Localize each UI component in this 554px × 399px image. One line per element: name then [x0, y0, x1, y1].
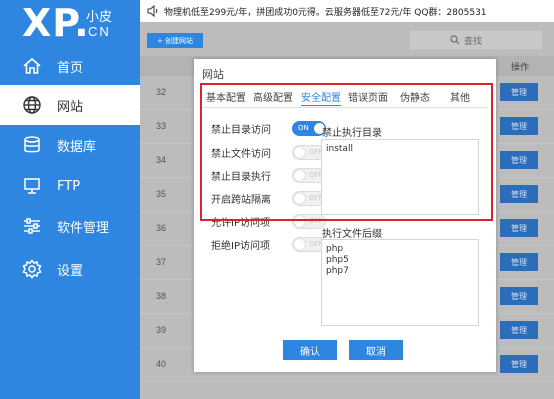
notice-bar: 物理机低至299元/年，拼团成功0元得。云服务器低至72元/年 QQ群：2805… — [140, 0, 554, 22]
manage-button[interactable]: 管理 — [500, 219, 538, 237]
ext-value: php7 — [326, 266, 349, 276]
sidebar: XP. 小皮 CN 首页 网站 数据库 FTP 软件管理 设置 — [0, 0, 140, 399]
confirm-button[interactable]: 确认 — [283, 340, 337, 360]
sidebar-item-label: 数据库 — [57, 139, 97, 155]
option-label: 禁止目录执行 — [211, 171, 271, 183]
speaker-icon — [147, 4, 158, 18]
sidebar-item-label: 网站 — [57, 99, 84, 115]
toggle-knob — [294, 146, 305, 158]
logo-domain: CN — [88, 24, 111, 39]
tab-bar: 基本配置 高级配置 安全配置 错误页面 伪静态 其他 — [206, 89, 488, 106]
toggle-knob — [294, 169, 305, 181]
tab-basic-config[interactable]: 基本配置 — [206, 89, 246, 104]
row-number: 39 — [156, 325, 167, 335]
exec-dir-textarea[interactable]: install — [321, 139, 479, 215]
tab-divider — [202, 107, 488, 108]
sidebar-item-label: FTP — [57, 178, 81, 194]
search-placeholder: 查找 — [464, 36, 483, 47]
option-deny-dir-access: 禁止目录访问 ON — [211, 120, 326, 136]
gear-icon — [22, 259, 42, 279]
row-number: 32 — [156, 87, 167, 97]
manage-button[interactable]: 管理 — [500, 321, 538, 339]
row-number: 35 — [156, 189, 167, 199]
tab-security-config[interactable]: 安全配置 — [301, 89, 341, 106]
manage-button[interactable]: 管理 — [500, 185, 538, 203]
database-icon — [22, 135, 42, 155]
sidebar-item-website[interactable]: 网站 — [0, 85, 140, 125]
sidebar-item-software[interactable]: 软件管理 — [0, 206, 140, 246]
website-settings-dialog: 网站 基本配置 高级配置 安全配置 错误页面 伪静态 其他 禁止目录访问 ON … — [194, 59, 496, 372]
sidebar-item-label: 软件管理 — [57, 220, 110, 236]
option-label: 开启跨站隔离 — [211, 194, 271, 206]
sidebar-item-database[interactable]: 数据库 — [0, 125, 140, 165]
cancel-button[interactable]: 取消 — [349, 340, 403, 360]
manage-button[interactable]: 管理 — [500, 253, 538, 271]
tab-other[interactable]: 其他 — [450, 89, 470, 104]
toggle-knob — [294, 215, 305, 227]
option-deny-file-access: 禁止文件访问 OFF — [211, 144, 326, 160]
exec-dir-label: 禁止执行目录 — [322, 128, 382, 139]
sidebar-item-label: 设置 — [57, 263, 84, 279]
option-cross-site-isolation: 开启跨站隔离 OFF — [211, 190, 326, 206]
toggle-knob — [294, 192, 305, 204]
toggle-state: OFF — [309, 216, 323, 225]
manage-button[interactable]: 管理 — [500, 83, 538, 101]
manage-button[interactable]: 管理 — [500, 287, 538, 305]
option-label: 允许IP访问项 — [211, 217, 270, 229]
sliders-icon — [22, 216, 42, 236]
logo-text: XP. — [22, 1, 90, 45]
row-number: 34 — [156, 155, 167, 165]
tab-error-pages[interactable]: 错误页面 — [348, 89, 388, 104]
search-icon — [450, 35, 460, 45]
option-deny-dir-exec: 禁止目录执行 OFF — [211, 167, 326, 183]
manage-button[interactable]: 管理 — [500, 355, 538, 373]
toggle-switch[interactable]: OFF — [292, 213, 326, 229]
manage-button[interactable]: 管理 — [500, 117, 538, 135]
tab-advanced-config[interactable]: 高级配置 — [253, 89, 293, 104]
option-label: 禁止文件访问 — [211, 148, 271, 160]
logo-subtitle: 小皮 — [86, 10, 113, 25]
toggle-knob — [294, 238, 305, 250]
option-label: 禁止目录访问 — [211, 124, 271, 136]
ext-value: php — [326, 244, 344, 254]
sidebar-item-ftp[interactable]: FTP — [0, 166, 140, 206]
option-deny-ip: 拒绝IP访问项 OFF — [211, 236, 326, 252]
dialog-title: 网站 — [202, 68, 224, 81]
option-label: 拒绝IP访问项 — [211, 240, 270, 252]
sidebar-item-settings[interactable]: 设置 — [0, 249, 140, 289]
exec-ext-label: 执行文件后缀 — [322, 229, 382, 240]
row-number: 36 — [156, 223, 167, 233]
create-website-button[interactable]: + 创建网站 — [147, 33, 203, 48]
notice-text: 物理机低至299元/年，拼团成功0元得。云服务器低至72元/年 QQ群：2805… — [164, 7, 487, 18]
tab-rewrite[interactable]: 伪静态 — [400, 89, 430, 104]
option-allow-ip: 允许IP访问项 OFF — [211, 213, 326, 229]
row-number: 38 — [156, 291, 167, 301]
home-icon — [22, 56, 42, 76]
exec-dir-value: install — [326, 144, 353, 154]
toggle-switch[interactable]: ON — [292, 120, 326, 136]
toggle-state: ON — [298, 123, 309, 132]
column-header-actions: 操作 — [510, 62, 529, 73]
manage-button[interactable]: 管理 — [500, 151, 538, 169]
row-number: 33 — [156, 121, 167, 131]
sidebar-item-label: 首页 — [57, 60, 84, 76]
sidebar-item-home[interactable]: 首页 — [0, 46, 140, 86]
ext-value: php5 — [326, 255, 349, 265]
search-input[interactable]: 查找 — [410, 31, 542, 49]
monitor-icon — [22, 176, 42, 196]
row-number: 40 — [156, 359, 167, 369]
globe-icon — [22, 95, 42, 115]
app-logo: XP. 小皮 CN — [0, 0, 140, 48]
exec-ext-textarea[interactable]: php php5 php7 — [321, 239, 479, 326]
row-number: 37 — [156, 257, 167, 267]
